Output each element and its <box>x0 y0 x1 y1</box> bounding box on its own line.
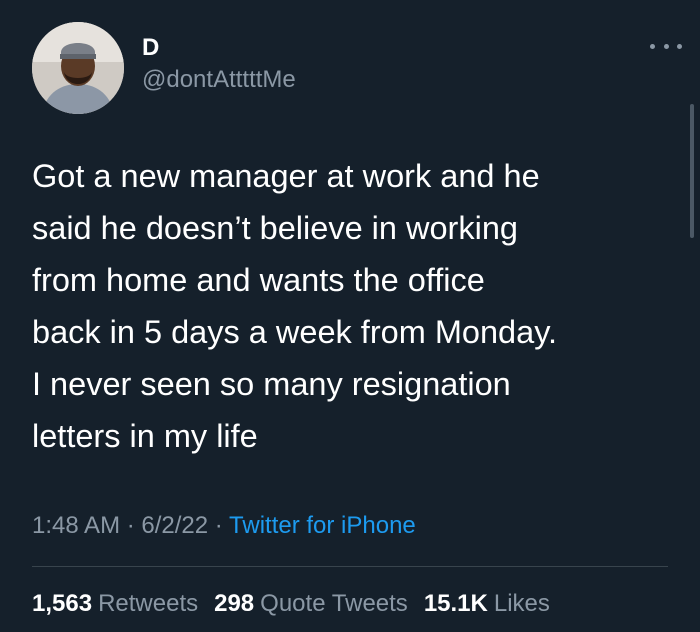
tweet-time[interactable]: 1:48 AM <box>32 512 120 539</box>
scrollbar[interactable] <box>690 104 694 238</box>
more-options-button[interactable] <box>650 36 682 56</box>
tweet-card: D @dontAtttttMe Got a new manager at wor… <box>0 0 700 632</box>
meta-separator: · <box>120 512 142 539</box>
more-horizontal-icon <box>677 43 682 49</box>
author-handle[interactable]: @dontAtttttMe <box>142 66 296 94</box>
tweet-date[interactable]: 6/2/22 <box>141 512 208 539</box>
quote-tweets-label: Quote Tweets <box>260 590 408 617</box>
likes-label: Likes <box>493 590 550 617</box>
tweet-meta: 1:48 AM · 6/2/22 · Twitter for iPhone <box>32 510 416 542</box>
divider <box>32 566 668 567</box>
likes-count: 15.1K <box>423 590 488 617</box>
meta-separator: · <box>208 512 230 539</box>
author-display-name[interactable]: D <box>142 34 159 62</box>
retweets-count: 1,563 <box>32 590 93 617</box>
more-horizontal-icon <box>650 43 655 49</box>
tweet-text: Got a new manager at work and he said he… <box>32 158 558 454</box>
avatar-photo <box>32 22 124 114</box>
quote-tweets-stat[interactable]: 298 Quote Tweets <box>214 590 408 617</box>
more-horizontal-icon <box>663 43 669 49</box>
retweets-stat[interactable]: 1,563 Retweets <box>32 590 198 617</box>
quote-tweets-count: 298 <box>214 590 255 617</box>
tweet-source-link[interactable]: Twitter for iPhone <box>229 512 416 539</box>
avatar[interactable] <box>32 22 124 114</box>
retweets-label: Retweets <box>98 590 199 617</box>
likes-stat[interactable]: 15.1K Likes <box>424 590 550 617</box>
tweet-stats: 1,563 Retweets 298 Quote Tweets 15.1K Likes <box>32 588 566 620</box>
